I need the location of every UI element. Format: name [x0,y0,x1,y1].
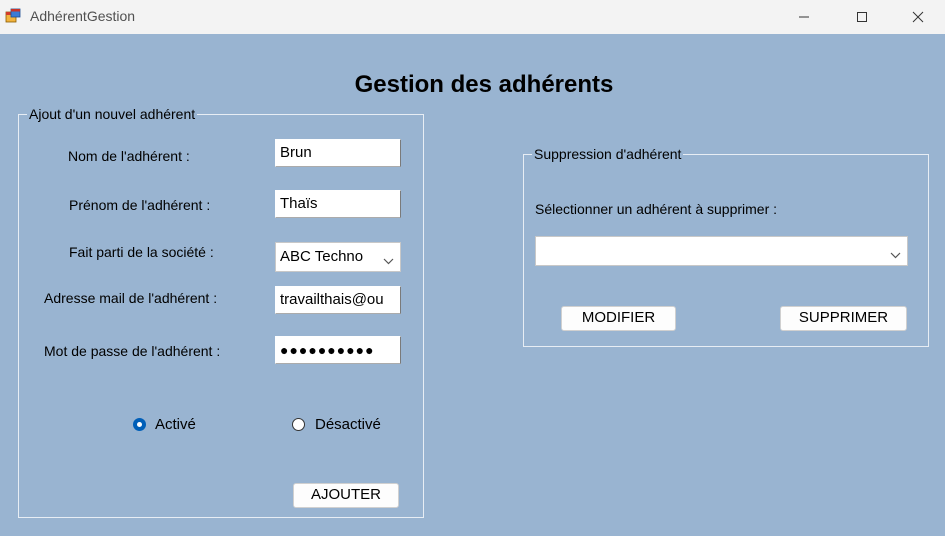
add-member-group: Ajout d'un nouvel adhérent Nom de l'adhé… [18,106,424,518]
firstname-input[interactable]: Thaïs [275,190,401,218]
close-icon [912,11,924,23]
minimize-icon [799,16,809,18]
email-label: Adresse mail de l'adhérent : [44,290,218,306]
company-select[interactable]: ABC Techno [275,242,401,272]
delete-button[interactable]: SUPPRIMER [780,306,907,331]
app-window: AdhérentGestion Gestion des adhérents Aj… [0,0,945,536]
delete-member-group: Suppression d'adhérent Sélectionner un a… [523,146,929,347]
maximize-icon [857,12,867,22]
radio-active[interactable] [133,418,146,431]
minimize-button[interactable] [775,0,833,34]
chevron-down-icon [383,252,394,269]
email-input[interactable]: travailthais@ou [275,286,401,314]
page-title: Gestion des adhérents [354,71,614,98]
delete-member-group-legend: Suppression d'adhérent [532,146,684,162]
radio-active-label[interactable]: Activé [155,416,196,433]
company-label: Fait parti de la société : [69,244,214,260]
add-button[interactable]: AJOUTER [293,483,399,508]
firstname-label: Prénom de l'adhérent : [69,197,211,213]
company-select-value: ABC Techno [280,248,364,265]
lastname-label: Nom de l'adhérent : [68,148,190,164]
lastname-input[interactable]: Brun [275,139,401,167]
maximize-button[interactable] [833,0,891,34]
password-label: Mot de passe de l'adhérent : [44,343,221,359]
member-select[interactable] [535,236,908,266]
radio-inactive[interactable] [292,418,305,431]
close-button[interactable] [891,0,945,34]
select-member-label: Sélectionner un adhérent à supprimer : [535,201,778,217]
window-title: AdhérentGestion [30,8,136,24]
chevron-down-icon [890,246,901,263]
modify-button[interactable]: MODIFIER [561,306,676,331]
app-window-icon [5,8,21,24]
password-input[interactable]: ●●●●●●●●●● [275,336,401,364]
add-member-group-legend: Ajout d'un nouvel adhérent [27,106,198,122]
radio-inactive-label[interactable]: Désactivé [315,416,381,433]
title-bar: AdhérentGestion [0,0,945,34]
